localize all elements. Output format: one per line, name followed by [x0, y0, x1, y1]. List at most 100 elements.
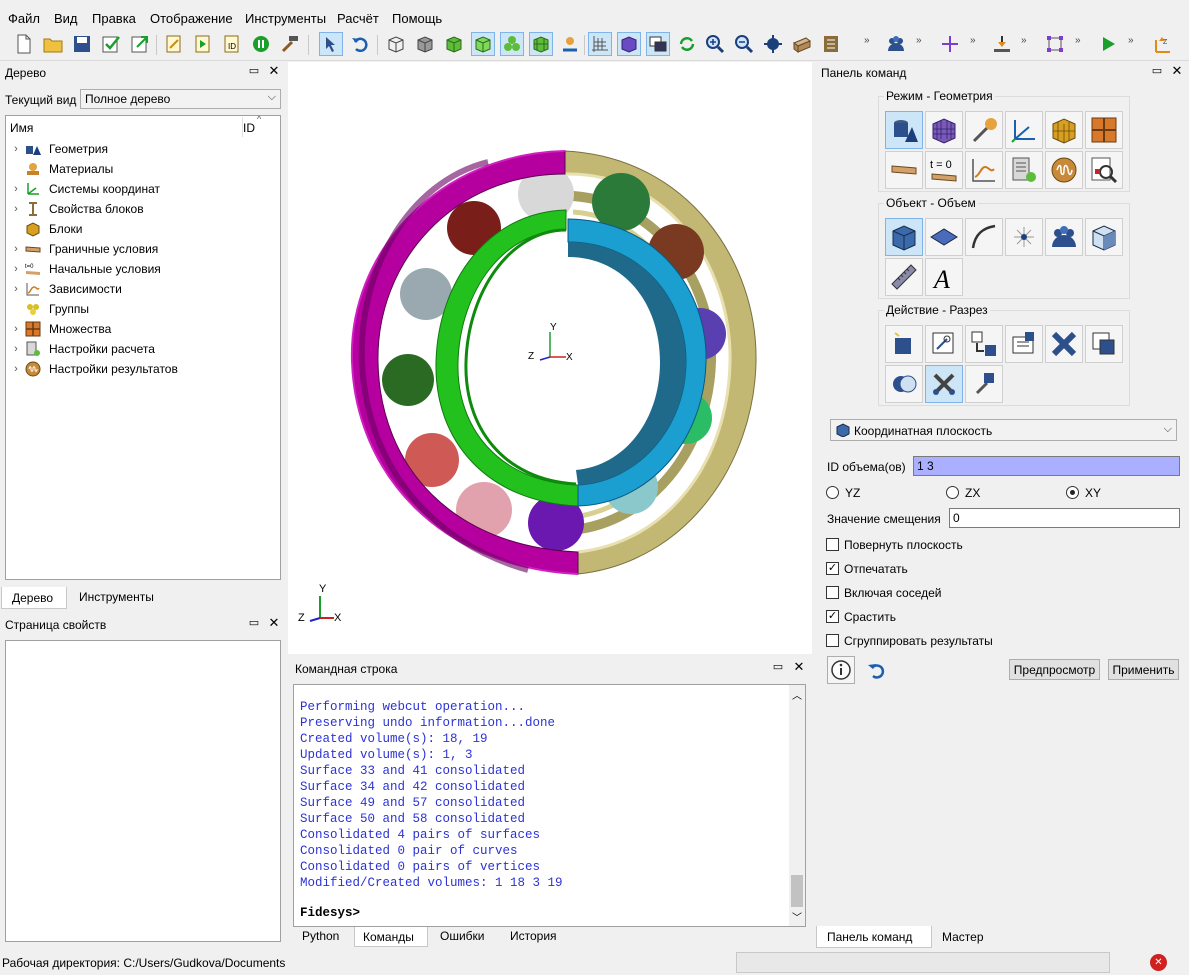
chevron-right-icon[interactable]: ›: [8, 143, 24, 155]
mesh-cube-icon[interactable]: [529, 32, 553, 56]
close-icon[interactable]: ✕: [267, 615, 281, 631]
toolbar-more[interactable]: »: [916, 35, 922, 46]
dependencies-button[interactable]: [965, 151, 1003, 189]
initial-conditions-button[interactable]: t = 0: [925, 151, 963, 189]
boolean-button[interactable]: [885, 365, 923, 403]
delete-button[interactable]: [1045, 325, 1083, 363]
create-button[interactable]: [885, 325, 923, 363]
hammer-icon[interactable]: [278, 32, 302, 56]
vertex-button[interactable]: [1005, 218, 1043, 256]
properties-button[interactable]: [1005, 325, 1043, 363]
group-button[interactable]: [1045, 218, 1083, 256]
cut-method-select[interactable]: Координатная плоскость ⌵: [830, 419, 1177, 441]
chevron-up-icon[interactable]: ︿: [792, 687, 802, 702]
console-tab[interactable]: Команды: [354, 927, 428, 947]
pause-icon[interactable]: [249, 32, 273, 56]
tab-command-panel[interactable]: Панель команд: [816, 926, 932, 948]
column-name-header[interactable]: Имя: [10, 121, 33, 135]
ball[interactable]: [382, 354, 434, 406]
blocks-mode-button[interactable]: [1045, 111, 1083, 149]
edit-script-icon[interactable]: [162, 32, 186, 56]
geometry-mode-button[interactable]: [885, 111, 923, 149]
checkmark-icon[interactable]: [99, 32, 123, 56]
current-view-select[interactable]: Полное дерево ⌵: [80, 89, 281, 109]
box-icon[interactable]: [790, 32, 814, 56]
copy-button[interactable]: [1085, 325, 1123, 363]
coordinates-mode-button[interactable]: [1005, 111, 1043, 149]
console-tab[interactable]: Python: [294, 926, 348, 946]
boundary-conditions-button[interactable]: [885, 151, 923, 189]
merge-checkbox[interactable]: ✓: [826, 610, 839, 623]
radio-xy[interactable]: [1066, 486, 1079, 499]
include-neighbors-checkbox[interactable]: [826, 586, 839, 599]
menu-tools[interactable]: Инструменты: [245, 11, 326, 26]
chevron-right-icon[interactable]: ›: [8, 323, 24, 335]
info-button[interactable]: [827, 656, 855, 684]
reset-button[interactable]: [864, 658, 890, 684]
undo-icon[interactable]: [348, 32, 372, 56]
radio-zx[interactable]: [946, 486, 959, 499]
console-tab[interactable]: История: [502, 926, 568, 946]
volume-id-input[interactable]: 1 3: [913, 456, 1180, 476]
tree-item[interactable]: › Свойства блоков: [8, 199, 144, 219]
toolbar-more[interactable]: »: [864, 35, 870, 46]
chevron-down-icon[interactable]: ﹀: [792, 909, 802, 924]
chevron-right-icon[interactable]: ›: [8, 263, 24, 275]
rotate-plane-checkbox[interactable]: [826, 538, 839, 551]
apply-button[interactable]: Применить: [1108, 659, 1179, 680]
measure-button[interactable]: [885, 258, 923, 296]
error-icon[interactable]: ✕: [1150, 954, 1167, 971]
grid-axes-icon[interactable]: [588, 32, 612, 56]
new-file-icon[interactable]: [12, 32, 36, 56]
menu-help[interactable]: Помощь: [392, 11, 442, 26]
chevron-right-icon[interactable]: ›: [8, 203, 24, 215]
purple-cube-icon[interactable]: [617, 32, 641, 56]
float-icon[interactable]: ▭: [771, 660, 785, 674]
window-icon[interactable]: [646, 32, 670, 56]
chevron-right-icon[interactable]: ›: [8, 363, 24, 375]
person-icon[interactable]: [558, 32, 582, 56]
tree-item[interactable]: › Граничные условия: [8, 239, 158, 259]
color-cube-icon[interactable]: [500, 32, 524, 56]
console-prompt[interactable]: Fidesys>: [300, 906, 360, 920]
menu-display[interactable]: Отображение: [150, 11, 233, 26]
close-icon[interactable]: ✕: [792, 659, 806, 675]
menu-calc[interactable]: Расчёт: [337, 11, 379, 26]
curve-button[interactable]: [965, 218, 1003, 256]
modify-button[interactable]: [925, 325, 963, 363]
toolbar-more[interactable]: »: [1128, 35, 1134, 46]
tree-item[interactable]: › Зависимости: [8, 279, 122, 299]
navigate-icon[interactable]: [761, 32, 785, 56]
chevron-right-icon[interactable]: ›: [8, 283, 24, 295]
wireframe-cube-icon[interactable]: [384, 32, 408, 56]
decompose-button[interactable]: [965, 365, 1003, 403]
tree-item[interactable]: › Системы координат: [8, 179, 160, 199]
float-icon[interactable]: ▭: [247, 616, 261, 630]
tree-item[interactable]: › Геометрия: [8, 139, 108, 159]
tree-item[interactable]: Материалы: [8, 159, 113, 179]
toolbar-more[interactable]: »: [1075, 35, 1081, 46]
tree-item[interactable]: › t=0 Начальные условия: [8, 259, 161, 279]
toolbar-more[interactable]: »: [970, 35, 976, 46]
float-icon[interactable]: ▭: [247, 64, 261, 78]
axis-z-icon[interactable]: Z: [1150, 32, 1174, 56]
material-mode-button[interactable]: [965, 111, 1003, 149]
tree-item[interactable]: Блоки: [8, 219, 83, 239]
shaded-cube-icon[interactable]: [442, 32, 466, 56]
radio-yz[interactable]: [826, 486, 839, 499]
hidden-cube-icon[interactable]: [413, 32, 437, 56]
imprint-checkbox[interactable]: ✓: [826, 562, 839, 575]
chevron-right-icon[interactable]: ›: [8, 183, 24, 195]
calc-settings-button[interactable]: [1005, 151, 1043, 189]
results-settings-button[interactable]: [1045, 151, 1083, 189]
play-script-icon[interactable]: [191, 32, 215, 56]
tab-tree[interactable]: Дерево: [1, 587, 67, 609]
menu-file[interactable]: Файл: [8, 11, 40, 26]
body-button[interactable]: [1085, 218, 1123, 256]
menu-edit[interactable]: Правка: [92, 11, 136, 26]
refresh-icon[interactable]: [675, 32, 699, 56]
float-icon[interactable]: ▭: [1150, 64, 1164, 78]
surface-button[interactable]: [925, 218, 963, 256]
transform-button[interactable]: [965, 325, 1003, 363]
zoom-in-icon[interactable]: [703, 32, 727, 56]
